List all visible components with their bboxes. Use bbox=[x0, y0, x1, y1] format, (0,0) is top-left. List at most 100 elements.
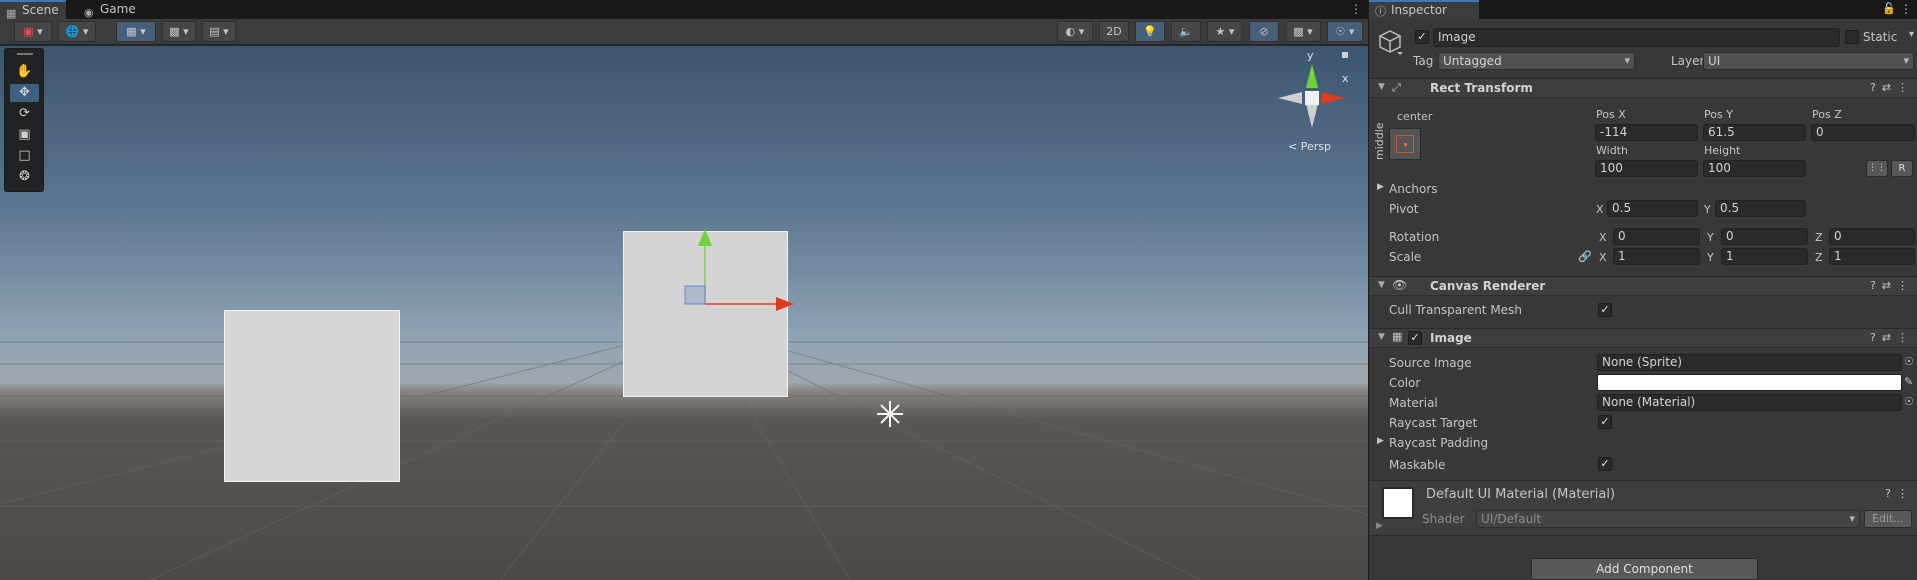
scale-y-field[interactable]: 1 bbox=[1721, 248, 1808, 265]
increment-snap-dropdown[interactable]: ▩ ▾ bbox=[162, 21, 196, 42]
grid-snap-toggle[interactable]: ▦ ▾ bbox=[116, 21, 156, 42]
tag-dropdown[interactable]: Untagged bbox=[1438, 52, 1635, 70]
camera-dropdown[interactable]: ▩ ▾ bbox=[1285, 21, 1321, 42]
speaker-icon: 🔈 bbox=[1179, 25, 1193, 38]
eye-slash-icon: ⊘ bbox=[1259, 25, 1269, 38]
menu-icon: ⋮ bbox=[1897, 81, 1914, 94]
color-swatch[interactable] bbox=[1597, 374, 1902, 391]
active-checkbox[interactable]: ✓ bbox=[1415, 30, 1429, 44]
shader-edit-button[interactable]: Edit... bbox=[1864, 510, 1912, 528]
orientation-gizmo[interactable] bbox=[1272, 58, 1352, 138]
rect-transform-icon: ⤢ bbox=[1392, 81, 1401, 94]
constrain-scale-icon[interactable]: 🔗 bbox=[1578, 250, 1592, 263]
projection-toggle[interactable]: < Persp bbox=[1288, 140, 1331, 153]
material-field[interactable]: None (Material) bbox=[1597, 394, 1902, 411]
scale-y-axis: Y bbox=[1707, 251, 1714, 264]
height-field[interactable]: 100 bbox=[1703, 160, 1806, 177]
object-name-field[interactable]: Image bbox=[1433, 28, 1840, 47]
scale-tool-icon[interactable]: ▣ bbox=[10, 126, 39, 144]
maskable-checkbox[interactable]: ✓ bbox=[1598, 457, 1612, 471]
tab-scene[interactable]: ▦ Scene bbox=[0, 0, 66, 20]
tab-game[interactable]: ◉ Game bbox=[78, 0, 142, 19]
image-enabled-checkbox[interactable]: ✓ bbox=[1408, 331, 1422, 345]
image-component-header[interactable]: ▼ ▦ ✓ Image ?⇄⋮ bbox=[1370, 328, 1917, 348]
source-image-field[interactable]: None (Sprite) bbox=[1597, 354, 1902, 371]
raycast-target-label: Raycast Target bbox=[1389, 416, 1478, 430]
gizmo-lock-icon[interactable] bbox=[1342, 52, 1348, 58]
shader-label: Shader bbox=[1422, 512, 1465, 526]
material-icons[interactable]: ?⋮ bbox=[1885, 487, 1914, 500]
grid-visibility-dropdown[interactable]: ▤ ▾ bbox=[202, 21, 236, 42]
drag-handle-icon[interactable] bbox=[17, 53, 33, 55]
raycast-target-checkbox[interactable]: ✓ bbox=[1598, 415, 1612, 429]
pivot-x-field[interactable]: 0.5 bbox=[1607, 200, 1698, 217]
add-component-button[interactable]: Add Component bbox=[1531, 558, 1758, 580]
pivot-y-field[interactable]: 0.5 bbox=[1715, 200, 1806, 217]
material-section: Default UI Material (Material) ?⋮ ▶ Shad… bbox=[1370, 480, 1917, 536]
raw-edit-button[interactable]: R bbox=[1891, 160, 1913, 177]
eye-icon: 👁 bbox=[1392, 278, 1408, 292]
pivot-label: Pivot bbox=[1389, 202, 1419, 216]
toggle-2d-button[interactable]: 2D bbox=[1099, 21, 1129, 42]
material-picker-icon[interactable]: ☉ bbox=[1904, 395, 1914, 408]
inspector-tab-bar: ⓘ Inspector 🔓 ⋮ bbox=[1369, 0, 1917, 19]
scale-x-field[interactable]: 1 bbox=[1613, 248, 1700, 265]
move-gizmo[interactable] bbox=[660, 224, 860, 354]
effects-icon: ★ bbox=[1215, 25, 1226, 38]
render-mode-dropdown[interactable]: ◐ ▾ bbox=[1057, 21, 1093, 42]
rotation-label: Rotation bbox=[1389, 230, 1440, 244]
raycast-padding-expand-icon[interactable]: ▶ bbox=[1377, 436, 1384, 446]
scene-viewport[interactable]: y x < Persp bbox=[0, 46, 1368, 580]
rect-tool-icon[interactable]: □ bbox=[10, 147, 39, 165]
layer-dropdown[interactable]: UI bbox=[1703, 52, 1914, 70]
gizmos-dropdown[interactable]: ☉ ▾ bbox=[1327, 21, 1363, 42]
lock-icon[interactable]: 🔓 bbox=[1882, 2, 1896, 15]
static-checkbox[interactable] bbox=[1845, 30, 1859, 44]
pos-y-field[interactable]: 61.5 bbox=[1703, 124, 1806, 141]
more-menu-icon[interactable]: ⋮ bbox=[1350, 2, 1362, 16]
rotation-x-field[interactable]: 0 bbox=[1613, 228, 1700, 245]
lighting-toggle[interactable]: 💡 bbox=[1135, 21, 1165, 42]
rotation-z-field[interactable]: 0 bbox=[1829, 228, 1915, 245]
presets-icon: ⇄ bbox=[1881, 279, 1897, 292]
blueprint-mode-button[interactable]: ⋮⋮ bbox=[1866, 160, 1888, 177]
material-expand-icon[interactable]: ▶ bbox=[1376, 521, 1383, 531]
canvas-renderer-title: Canvas Renderer bbox=[1430, 279, 1546, 293]
info-icon: ⓘ bbox=[1375, 5, 1386, 18]
audio-toggle[interactable]: 🔈 bbox=[1171, 21, 1201, 42]
static-dropdown-icon[interactable]: ▾ bbox=[1909, 29, 1914, 40]
pos-y-label: Pos Y bbox=[1704, 108, 1733, 121]
gameobject-cube-icon[interactable] bbox=[1377, 28, 1403, 56]
rect-transform-header[interactable]: ▼ ⤢ Rect Transform ?⇄⋮ bbox=[1370, 78, 1917, 98]
eyedropper-icon[interactable]: ✎ bbox=[1904, 375, 1913, 388]
pos-x-field[interactable]: -114 bbox=[1595, 124, 1698, 141]
hidden-objects-toggle[interactable]: ⊘ bbox=[1249, 21, 1279, 42]
pos-z-field[interactable]: 0 bbox=[1811, 124, 1915, 141]
effects-dropdown[interactable]: ★ ▾ bbox=[1207, 21, 1243, 42]
width-field[interactable]: 100 bbox=[1595, 160, 1698, 177]
hand-tool-icon[interactable]: ✋ bbox=[10, 63, 39, 81]
raycast-padding-label[interactable]: Raycast Padding bbox=[1389, 436, 1488, 450]
transform-tool-icon[interactable]: ❂ bbox=[10, 168, 39, 186]
canvas-renderer-header[interactable]: ▼ 👁 Canvas Renderer ?⇄⋮ bbox=[1370, 276, 1917, 296]
inspector-more-icon[interactable]: ⋮ bbox=[1900, 2, 1912, 16]
anchors-expand-icon[interactable]: ▶ bbox=[1377, 182, 1384, 192]
component-icons[interactable]: ?⇄⋮ bbox=[1870, 81, 1914, 94]
scale-z-field[interactable]: 1 bbox=[1829, 248, 1915, 265]
presets-icon: ⇄ bbox=[1881, 81, 1897, 94]
cull-transparent-mesh-checkbox[interactable]: ✓ bbox=[1598, 303, 1612, 317]
rotate-tool-icon[interactable]: ⟳ bbox=[10, 105, 39, 123]
shader-dropdown[interactable]: UI/Default bbox=[1476, 510, 1860, 528]
tab-inspector[interactable]: ⓘ Inspector bbox=[1369, 0, 1479, 19]
image-component-title: Image bbox=[1430, 331, 1472, 345]
component-icons[interactable]: ?⇄⋮ bbox=[1870, 331, 1914, 344]
rotation-y-field[interactable]: 0 bbox=[1721, 228, 1808, 245]
anchors-label[interactable]: Anchors bbox=[1389, 182, 1438, 196]
global-dropdown[interactable]: 🌐 ▾ bbox=[58, 21, 96, 42]
move-tool-icon[interactable]: ✥ bbox=[10, 84, 39, 102]
image-quad-left[interactable] bbox=[224, 310, 400, 482]
object-picker-icon[interactable]: ☉ bbox=[1904, 355, 1914, 368]
component-icons[interactable]: ?⇄⋮ bbox=[1870, 279, 1914, 292]
anchor-presets-button[interactable] bbox=[1389, 128, 1421, 160]
draw-mode-dropdown[interactable]: ▣ ▾ bbox=[14, 21, 52, 42]
